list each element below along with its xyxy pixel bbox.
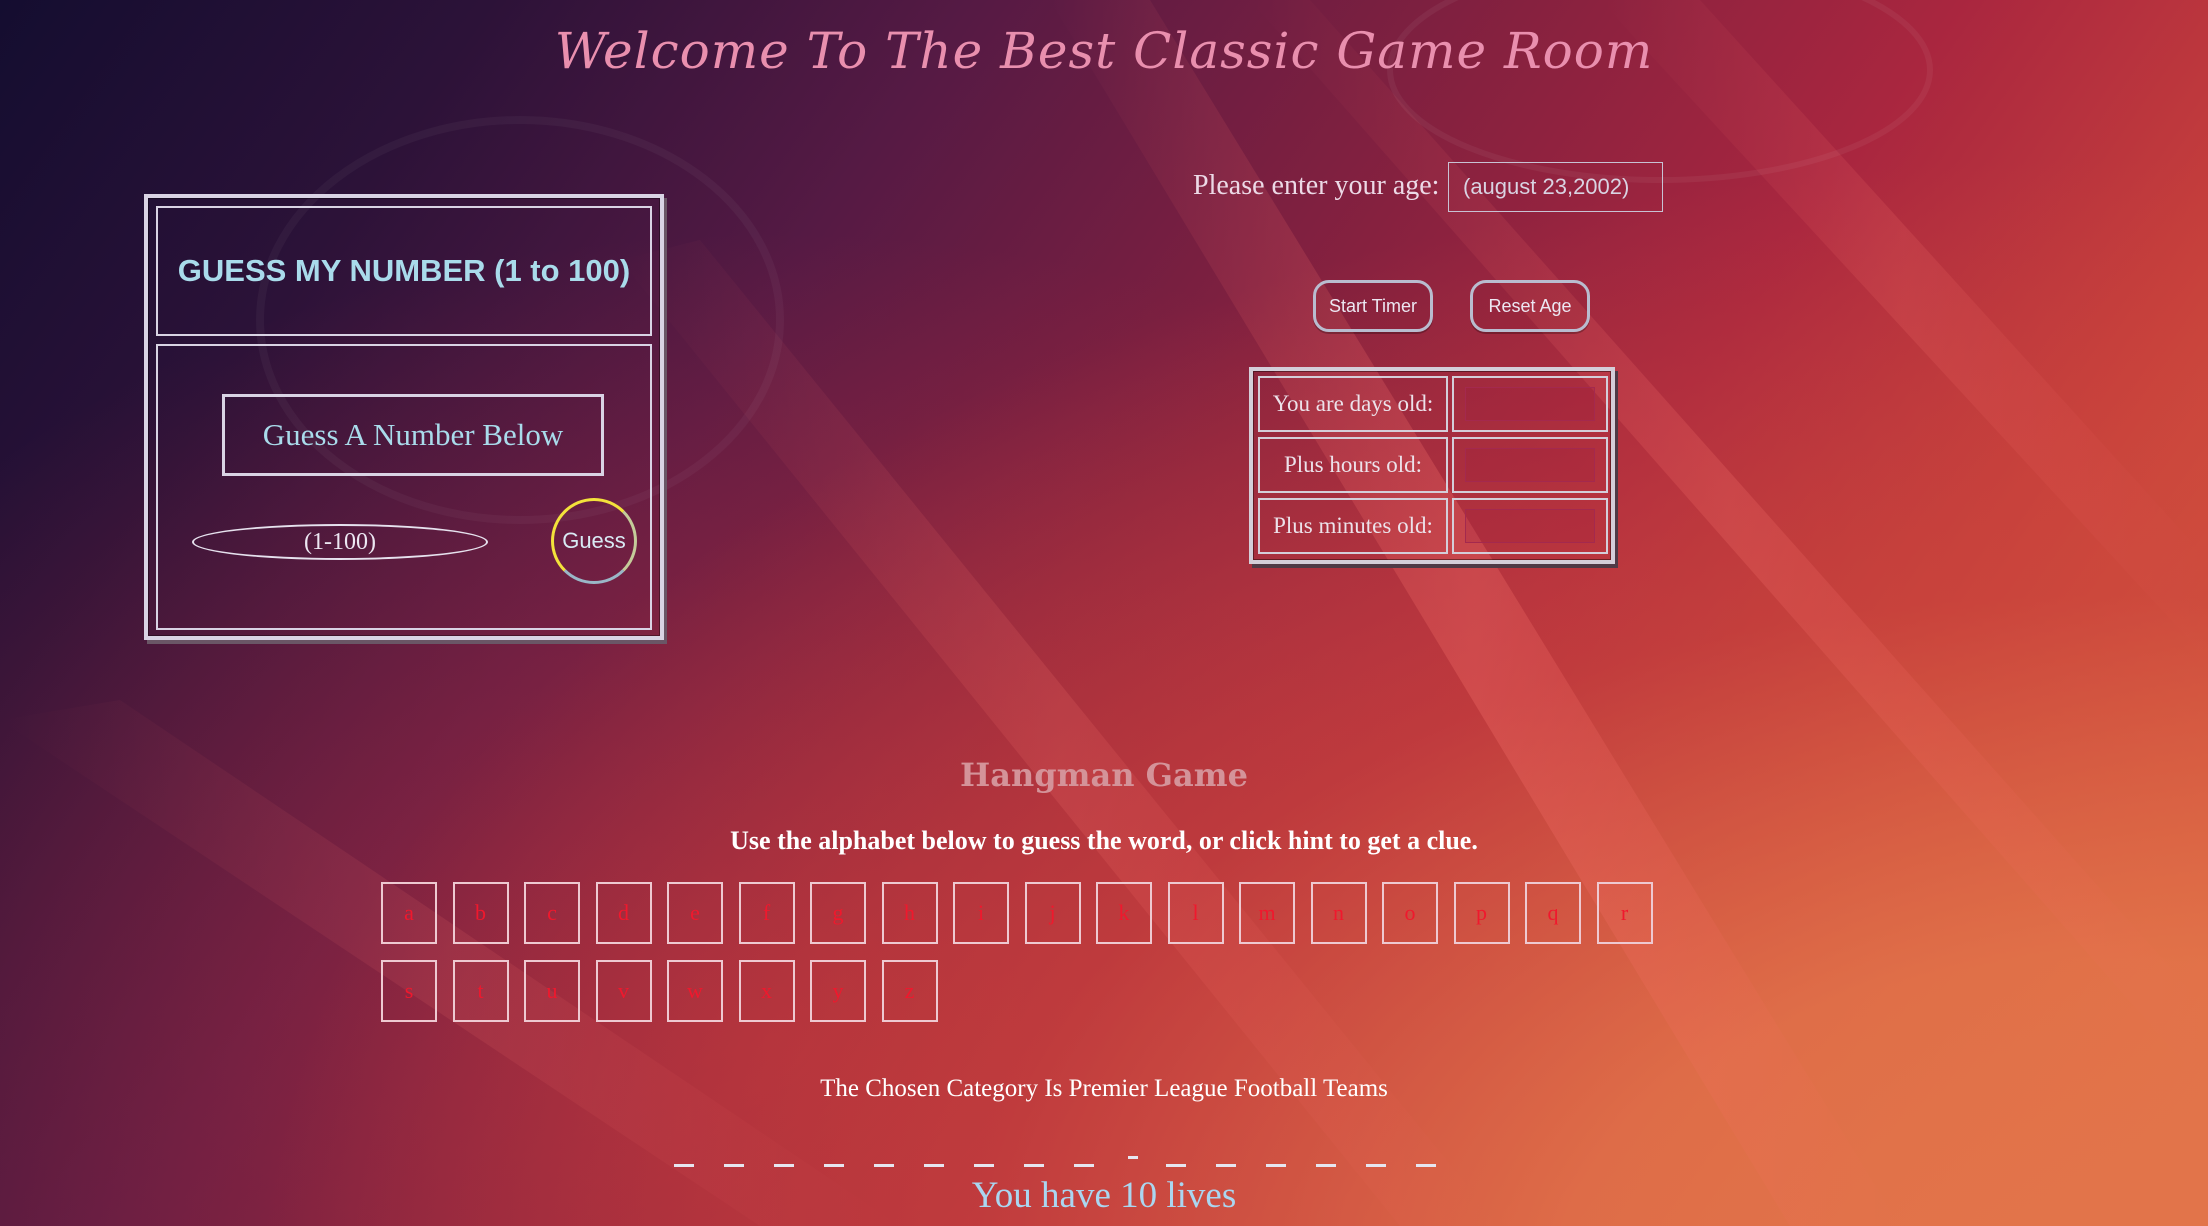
- word-blank: [1166, 1164, 1186, 1167]
- letter-button-a[interactable]: a: [381, 882, 437, 944]
- letter-button-l[interactable]: l: [1167, 882, 1224, 944]
- hours-old-value: [1465, 448, 1595, 482]
- word-blank: [1266, 1164, 1286, 1167]
- letter-button-v[interactable]: v: [595, 960, 652, 1022]
- letter-button-c[interactable]: c: [524, 882, 580, 944]
- guess-number-body: Guess A Number Below Guess: [156, 344, 652, 630]
- hours-old-cell: [1452, 437, 1608, 493]
- letter-button-q[interactable]: q: [1525, 882, 1581, 944]
- letter-button-n[interactable]: n: [1310, 882, 1367, 944]
- age-row-days: You are days old:: [1258, 376, 1608, 432]
- letter-button-r[interactable]: r: [1596, 882, 1653, 944]
- letter-button-f[interactable]: f: [738, 882, 795, 944]
- guess-number-input[interactable]: [192, 524, 488, 560]
- lives-counter: You have 10 lives: [971, 1175, 1237, 1216]
- word-blank: [824, 1164, 844, 1167]
- letter-button-s[interactable]: s: [381, 960, 437, 1022]
- word-blank: [974, 1164, 994, 1167]
- page-title: Welcome To The Best Classic Game Room: [554, 22, 1654, 80]
- guess-number-panel: GUESS MY NUMBER (1 to 100) Guess A Numbe…: [144, 194, 664, 640]
- word-blank: [924, 1164, 944, 1167]
- letter-button-m[interactable]: m: [1239, 882, 1295, 944]
- letter-button-j[interactable]: j: [1024, 882, 1081, 944]
- hangman-category: The Chosen Category Is Premier League Fo…: [820, 1075, 1388, 1102]
- word-blank: [1024, 1164, 1044, 1167]
- letter-button-d[interactable]: d: [595, 882, 652, 944]
- letter-button-t[interactable]: t: [452, 960, 509, 1022]
- word-blank: [724, 1164, 744, 1167]
- word-blank: [774, 1164, 794, 1167]
- minutes-old-label: Plus minutes old:: [1258, 498, 1448, 554]
- word-blank: [674, 1164, 694, 1167]
- word-blank: [1316, 1164, 1336, 1167]
- letter-button-i[interactable]: i: [953, 882, 1009, 944]
- guess-button[interactable]: Guess: [551, 498, 637, 584]
- minutes-old-value: [1465, 509, 1595, 543]
- word-blank: [1216, 1164, 1236, 1167]
- letter-button-k[interactable]: k: [1096, 882, 1152, 944]
- letter-button-g[interactable]: g: [810, 882, 866, 944]
- word-blank: [1074, 1164, 1094, 1167]
- hours-old-label: Plus hours old:: [1258, 437, 1448, 493]
- letter-button-p[interactable]: p: [1453, 882, 1510, 944]
- word-hyphen: [1128, 1156, 1138, 1159]
- guess-number-heading: GUESS MY NUMBER (1 to 100): [156, 206, 652, 336]
- days-old-label: You are days old:: [1258, 376, 1448, 432]
- age-input[interactable]: [1448, 162, 1663, 212]
- letter-button-z[interactable]: z: [881, 960, 938, 1022]
- age-results-table: You are days old: Plus hours old: Plus m…: [1249, 367, 1615, 564]
- letter-button-x[interactable]: x: [738, 960, 795, 1022]
- letter-button-y[interactable]: y: [810, 960, 866, 1022]
- hangman-title: Hangman Game: [960, 756, 1248, 794]
- days-old-value: [1465, 387, 1595, 421]
- letter-button-b[interactable]: b: [452, 882, 509, 944]
- letter-button-h[interactable]: h: [881, 882, 938, 944]
- age-prompt-label: Please enter your age:: [1193, 170, 1440, 201]
- minutes-old-cell: [1452, 498, 1608, 554]
- guess-number-label: Guess A Number Below: [222, 394, 604, 476]
- age-row-minutes: Plus minutes old:: [1258, 498, 1608, 554]
- letter-button-u[interactable]: u: [524, 960, 580, 1022]
- letter-button-w[interactable]: w: [667, 960, 723, 1022]
- reset-age-button[interactable]: Reset Age: [1470, 280, 1590, 332]
- start-timer-button[interactable]: Start Timer: [1313, 280, 1433, 332]
- word-blank: [1366, 1164, 1386, 1167]
- word-blank: [1416, 1164, 1436, 1167]
- letter-button-o[interactable]: o: [1382, 882, 1438, 944]
- letter-button-e[interactable]: e: [667, 882, 723, 944]
- age-row-hours: Plus hours old:: [1258, 437, 1608, 493]
- hangman-instructions: Use the alphabet below to guess the word…: [730, 826, 1478, 855]
- word-blank: [874, 1164, 894, 1167]
- days-old-cell: [1452, 376, 1608, 432]
